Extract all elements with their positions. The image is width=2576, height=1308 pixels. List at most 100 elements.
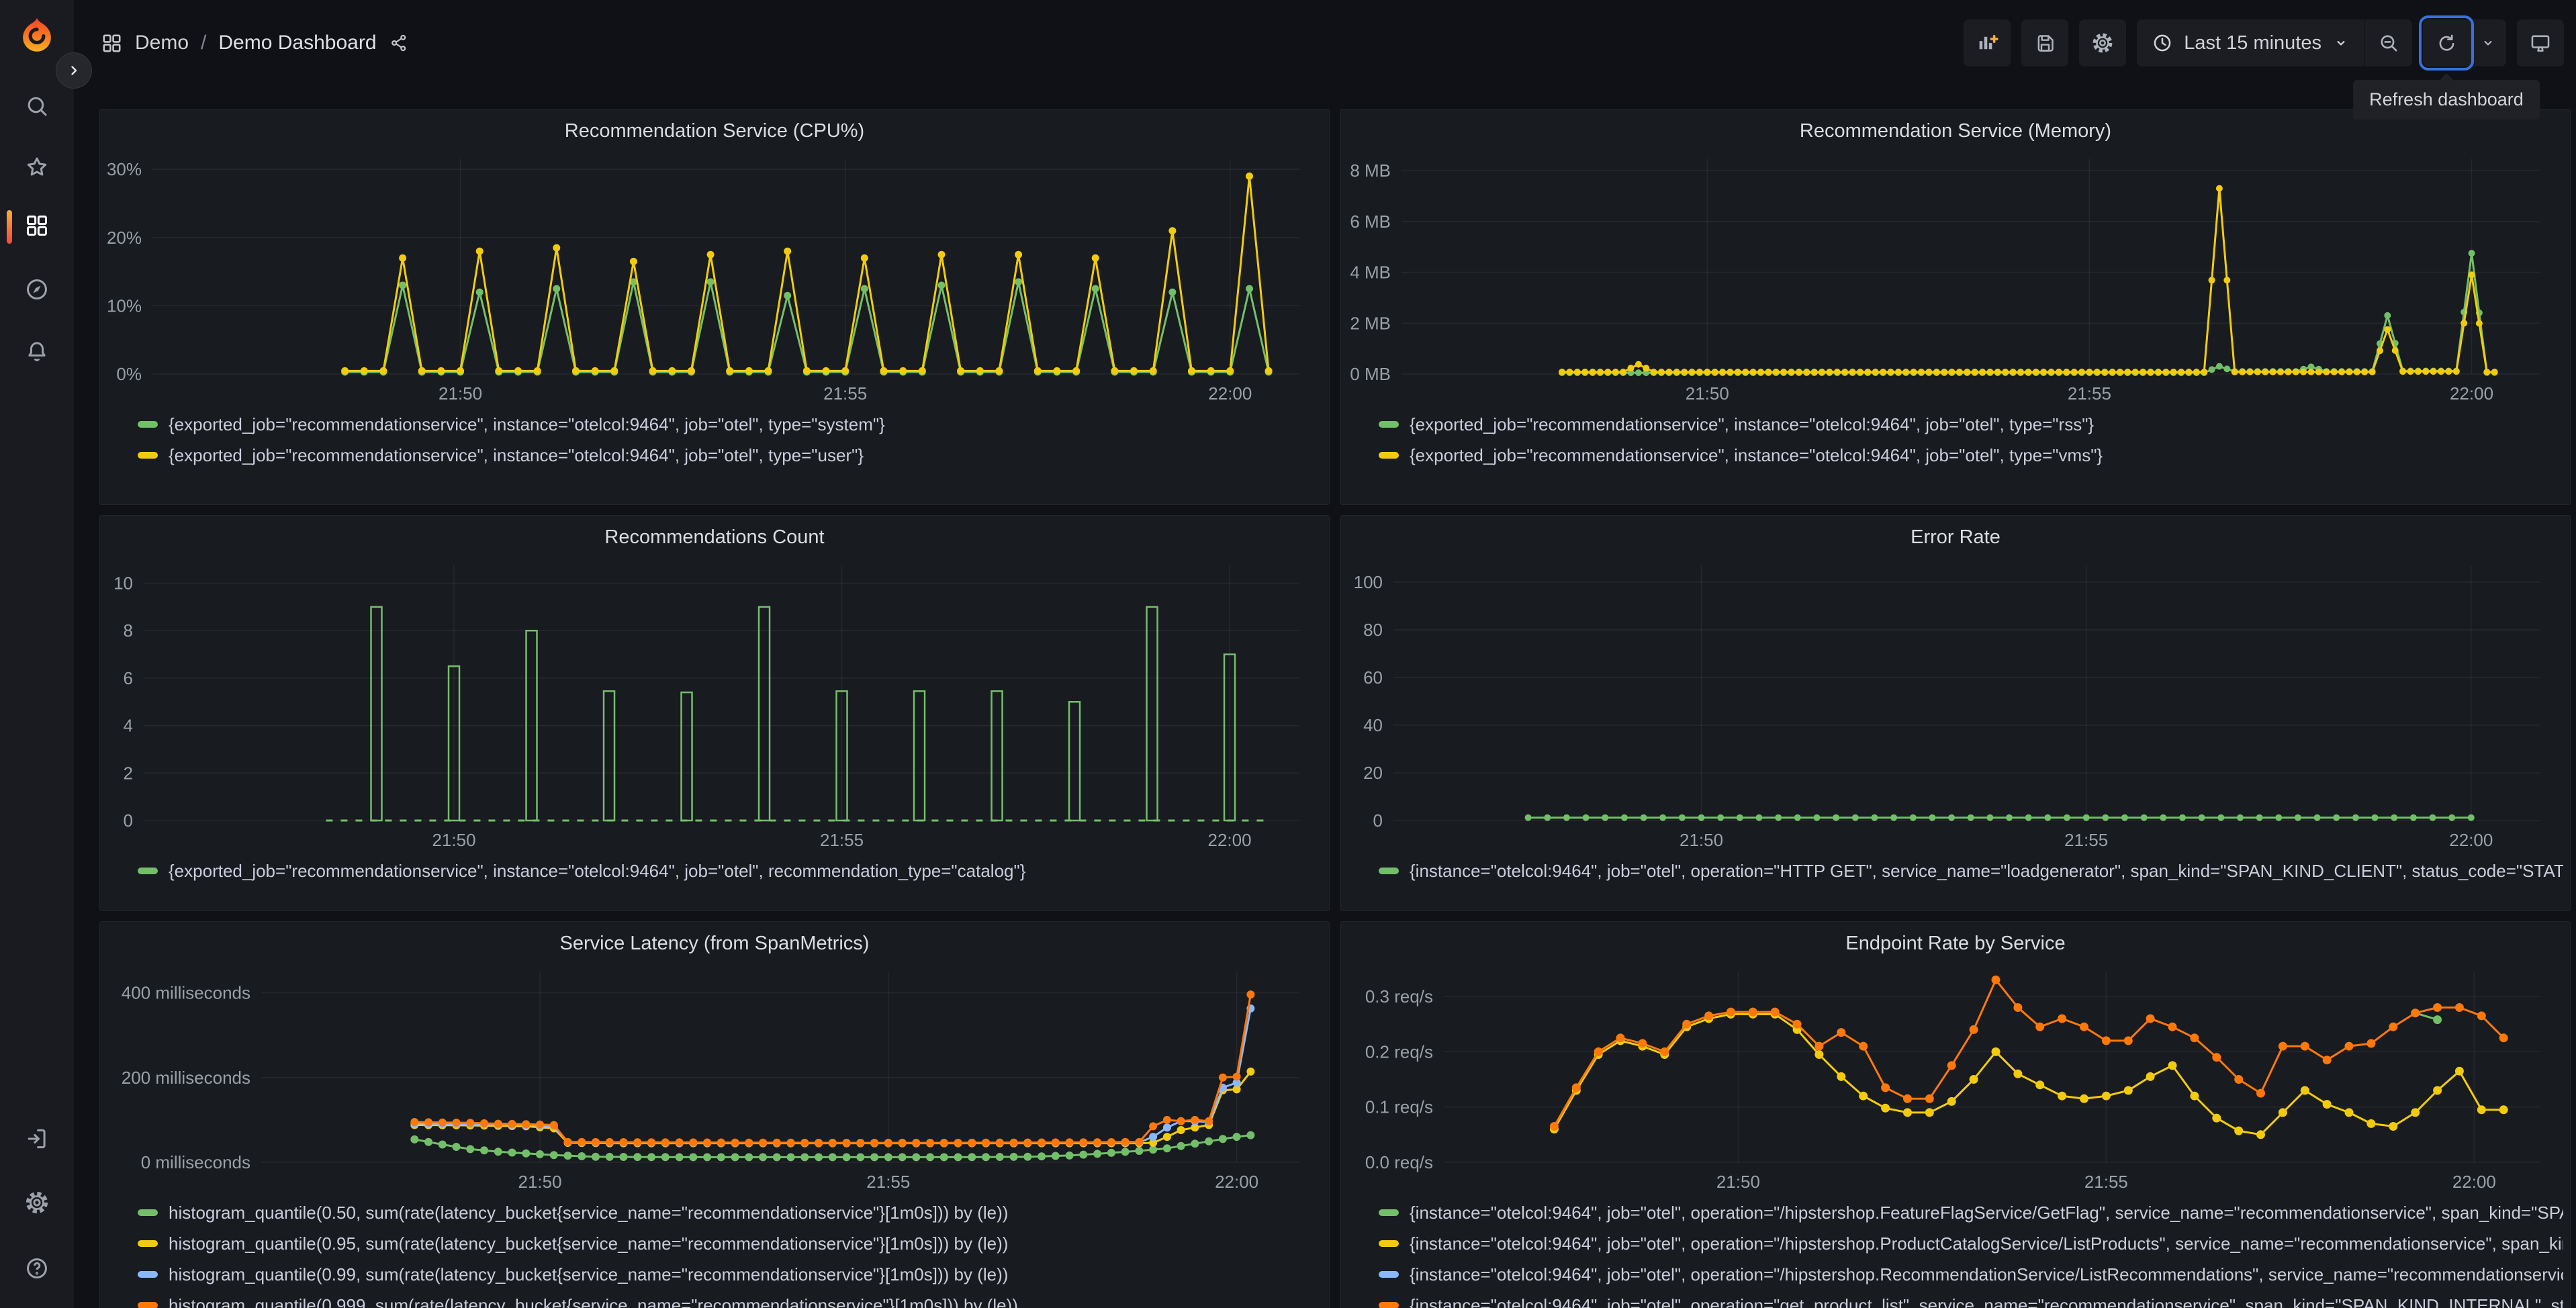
refresh-icon: [2439, 34, 2454, 51]
chevron-down-icon: [2484, 40, 2492, 46]
svg-text:21:50: 21:50: [439, 383, 482, 404]
svg-text:21:50: 21:50: [518, 1172, 561, 1192]
svg-text:0.0 req/s: 0.0 req/s: [1365, 1152, 1433, 1172]
zoom-out-time-button[interactable]: [2365, 19, 2412, 66]
svg-text:22:00: 22:00: [2452, 1172, 2496, 1192]
svg-text:21:50: 21:50: [1680, 830, 1723, 850]
legend-item[interactable]: {instance="otelcol:9464", job="otel", op…: [1379, 1197, 2563, 1228]
explore-compass-icon: [27, 279, 47, 299]
svg-text:80: 80: [1363, 620, 1383, 640]
svg-text:0.2 req/s: 0.2 req/s: [1365, 1041, 1433, 1062]
grafana-logo[interactable]: [17, 16, 56, 55]
legend-item[interactable]: {exported_job="recommendationservice", i…: [138, 409, 1322, 440]
time-picker-button[interactable]: Last 15 minutes: [2137, 19, 2364, 66]
svg-text:22:00: 22:00: [2450, 383, 2493, 404]
legend-item[interactable]: {exported_job="recommendationservice", i…: [1379, 409, 2563, 440]
sidebar-item-settings[interactable]: [17, 1183, 56, 1222]
star-icon: [27, 157, 47, 176]
apps-grid-icon: [103, 34, 121, 52]
save-dashboard-button[interactable]: [2021, 19, 2069, 66]
legend-item[interactable]: {exported_job="recommendationservice", i…: [138, 855, 1322, 886]
legend-item[interactable]: {instance="otelcol:9464", job="otel", op…: [1379, 1228, 2563, 1259]
panel-error-rate: Error Rate 0 20 40 60 80 100 21:50 21:55 22:00 {…: [1340, 515, 2571, 911]
panel-title[interactable]: Error Rate: [1348, 516, 2563, 559]
panel-title[interactable]: Recommendation Service (CPU%): [107, 109, 1322, 152]
sidebar-item-explore[interactable]: [17, 270, 56, 309]
svg-text:0.1 req/s: 0.1 req/s: [1365, 1097, 1433, 1117]
add-panel-button[interactable]: [1964, 19, 2011, 66]
legend-swatch: [1379, 1271, 1399, 1278]
svg-text:8: 8: [124, 620, 133, 641]
sidebar-expand-button[interactable]: [56, 52, 92, 89]
settings-gear-icon: [2092, 33, 2113, 53]
svg-text:21:50: 21:50: [432, 830, 475, 850]
share-alt-icon[interactable]: [389, 33, 409, 53]
legend-item[interactable]: histogram_quantile(0.999, sum(rate(laten…: [138, 1290, 1322, 1308]
panel-service-latency: Service Latency (from SpanMetrics) 0 mil…: [99, 921, 1330, 1308]
dashboards-grid-icon: [27, 216, 47, 236]
svg-text:100: 100: [1354, 572, 1383, 592]
breadcrumb-folder[interactable]: Demo: [135, 32, 189, 54]
svg-text:0: 0: [124, 810, 133, 831]
sidebar-item-alerting[interactable]: [17, 332, 56, 371]
panel-title[interactable]: Service Latency (from SpanMetrics): [107, 922, 1322, 965]
svg-text:20%: 20%: [107, 228, 142, 248]
svg-text:2 MB: 2 MB: [1350, 313, 1391, 333]
svg-text:21:50: 21:50: [1716, 1172, 1760, 1192]
breadcrumb-page-title[interactable]: Demo Dashboard: [218, 32, 376, 54]
legend-swatch: [138, 421, 158, 428]
legend-item[interactable]: {instance="otelcol:9464", job="otel", op…: [1379, 1259, 2563, 1290]
sidebar-item-dashboards[interactable]: [17, 206, 56, 245]
sidebar-item-sign-in[interactable]: [17, 1119, 56, 1158]
help-circle-icon: [27, 1258, 47, 1278]
legend-swatch: [1379, 1302, 1399, 1308]
breadcrumb-separator: /: [201, 32, 207, 54]
sidebar-item-search[interactable]: [17, 87, 56, 126]
cpu-legend: {exported_job="recommendationservice", i…: [107, 405, 1322, 471]
topbar: Demo / Demo Dashboard Last 15 minutes Re…: [74, 0, 2576, 120]
svg-text:21:55: 21:55: [866, 1172, 910, 1192]
grafana-logo-icon: [23, 17, 51, 52]
sidebar-item-help[interactable]: [17, 1249, 56, 1288]
legend-label: {exported_job="recommendationservice", i…: [169, 414, 885, 434]
endpoint-rate-chart[interactable]: 0.0 req/s 0.1 req/s 0.2 req/s 0.3 req/s 21:5…: [1348, 965, 2563, 1193]
legend-item[interactable]: histogram_quantile(0.50, sum(rate(latenc…: [138, 1197, 1322, 1228]
panel-recommendations-count: Recommendations Count 0 2 4 6 8 10 21:50 21:55 2…: [99, 515, 1330, 911]
recommendations-count-chart[interactable]: 0 2 4 6 8 10 21:50 21:55 22:00: [107, 559, 1322, 851]
error-rate-chart[interactable]: 0 20 40 60 80 100 21:50 21:55 22:00: [1348, 559, 2563, 851]
breadcrumb: Demo / Demo Dashboard: [101, 32, 409, 54]
legend-label: histogram_quantile(0.999, sum(rate(laten…: [169, 1295, 1018, 1308]
legend-item[interactable]: {exported_job="recommendationservice", i…: [138, 440, 1322, 471]
legend-swatch: [138, 1240, 158, 1247]
legend-label: histogram_quantile(0.95, sum(rate(latenc…: [169, 1233, 1009, 1254]
legend-item[interactable]: {instance="otelcol:9464", job="otel", op…: [1379, 855, 2563, 886]
svg-text:6: 6: [124, 668, 133, 688]
service-latency-chart[interactable]: 0 milliseconds 200 milliseconds 400 millis…: [107, 965, 1322, 1193]
endpoint-rate-legend: {instance="otelcol:9464", job="otel", op…: [1348, 1193, 2563, 1308]
svg-text:21:55: 21:55: [823, 383, 867, 404]
svg-text:21:55: 21:55: [820, 830, 864, 850]
legend-item[interactable]: {instance="otelcol:9464", job="otel", op…: [1379, 1290, 2563, 1308]
legend-item[interactable]: {exported_job="recommendationservice", i…: [1379, 440, 2563, 471]
memory-chart[interactable]: 0 MB 2 MB 4 MB 6 MB 8 MB 21:50 21:55 22:00: [1348, 152, 2563, 405]
svg-text:0%: 0%: [116, 364, 142, 384]
sidebar-item-starred[interactable]: [17, 148, 56, 187]
legend-item[interactable]: histogram_quantile(0.99, sum(rate(latenc…: [138, 1259, 1322, 1290]
alerting-bell-icon: [28, 342, 46, 361]
legend-swatch: [138, 452, 158, 459]
chevron-right-icon: [71, 66, 77, 75]
legend-label: {instance="otelcol:9464", job="otel", op…: [1410, 1295, 2563, 1308]
legend-item[interactable]: histogram_quantile(0.95, sum(rate(latenc…: [138, 1228, 1322, 1259]
kiosk-mode-button[interactable]: [2517, 19, 2564, 66]
cpu-chart[interactable]: 0% 10% 20% 30% 21:50 21:55 22:00: [107, 152, 1322, 405]
refresh-dashboard-button[interactable]: Refresh dashboard: [2353, 15, 2540, 120]
panel-title[interactable]: Endpoint Rate by Service: [1348, 922, 2563, 965]
svg-text:400 milliseconds: 400 milliseconds: [122, 983, 250, 1003]
dashboard-settings-button[interactable]: [2079, 19, 2127, 66]
time-range-label: Last 15 minutes: [2184, 32, 2321, 54]
legend-label: histogram_quantile(0.50, sum(rate(latenc…: [169, 1202, 1009, 1223]
svg-text:40: 40: [1363, 715, 1383, 735]
panel-title[interactable]: Recommendations Count: [107, 516, 1322, 559]
refresh-interval-dropdown[interactable]: [2470, 19, 2506, 66]
zoom-out-icon: [2380, 34, 2397, 52]
